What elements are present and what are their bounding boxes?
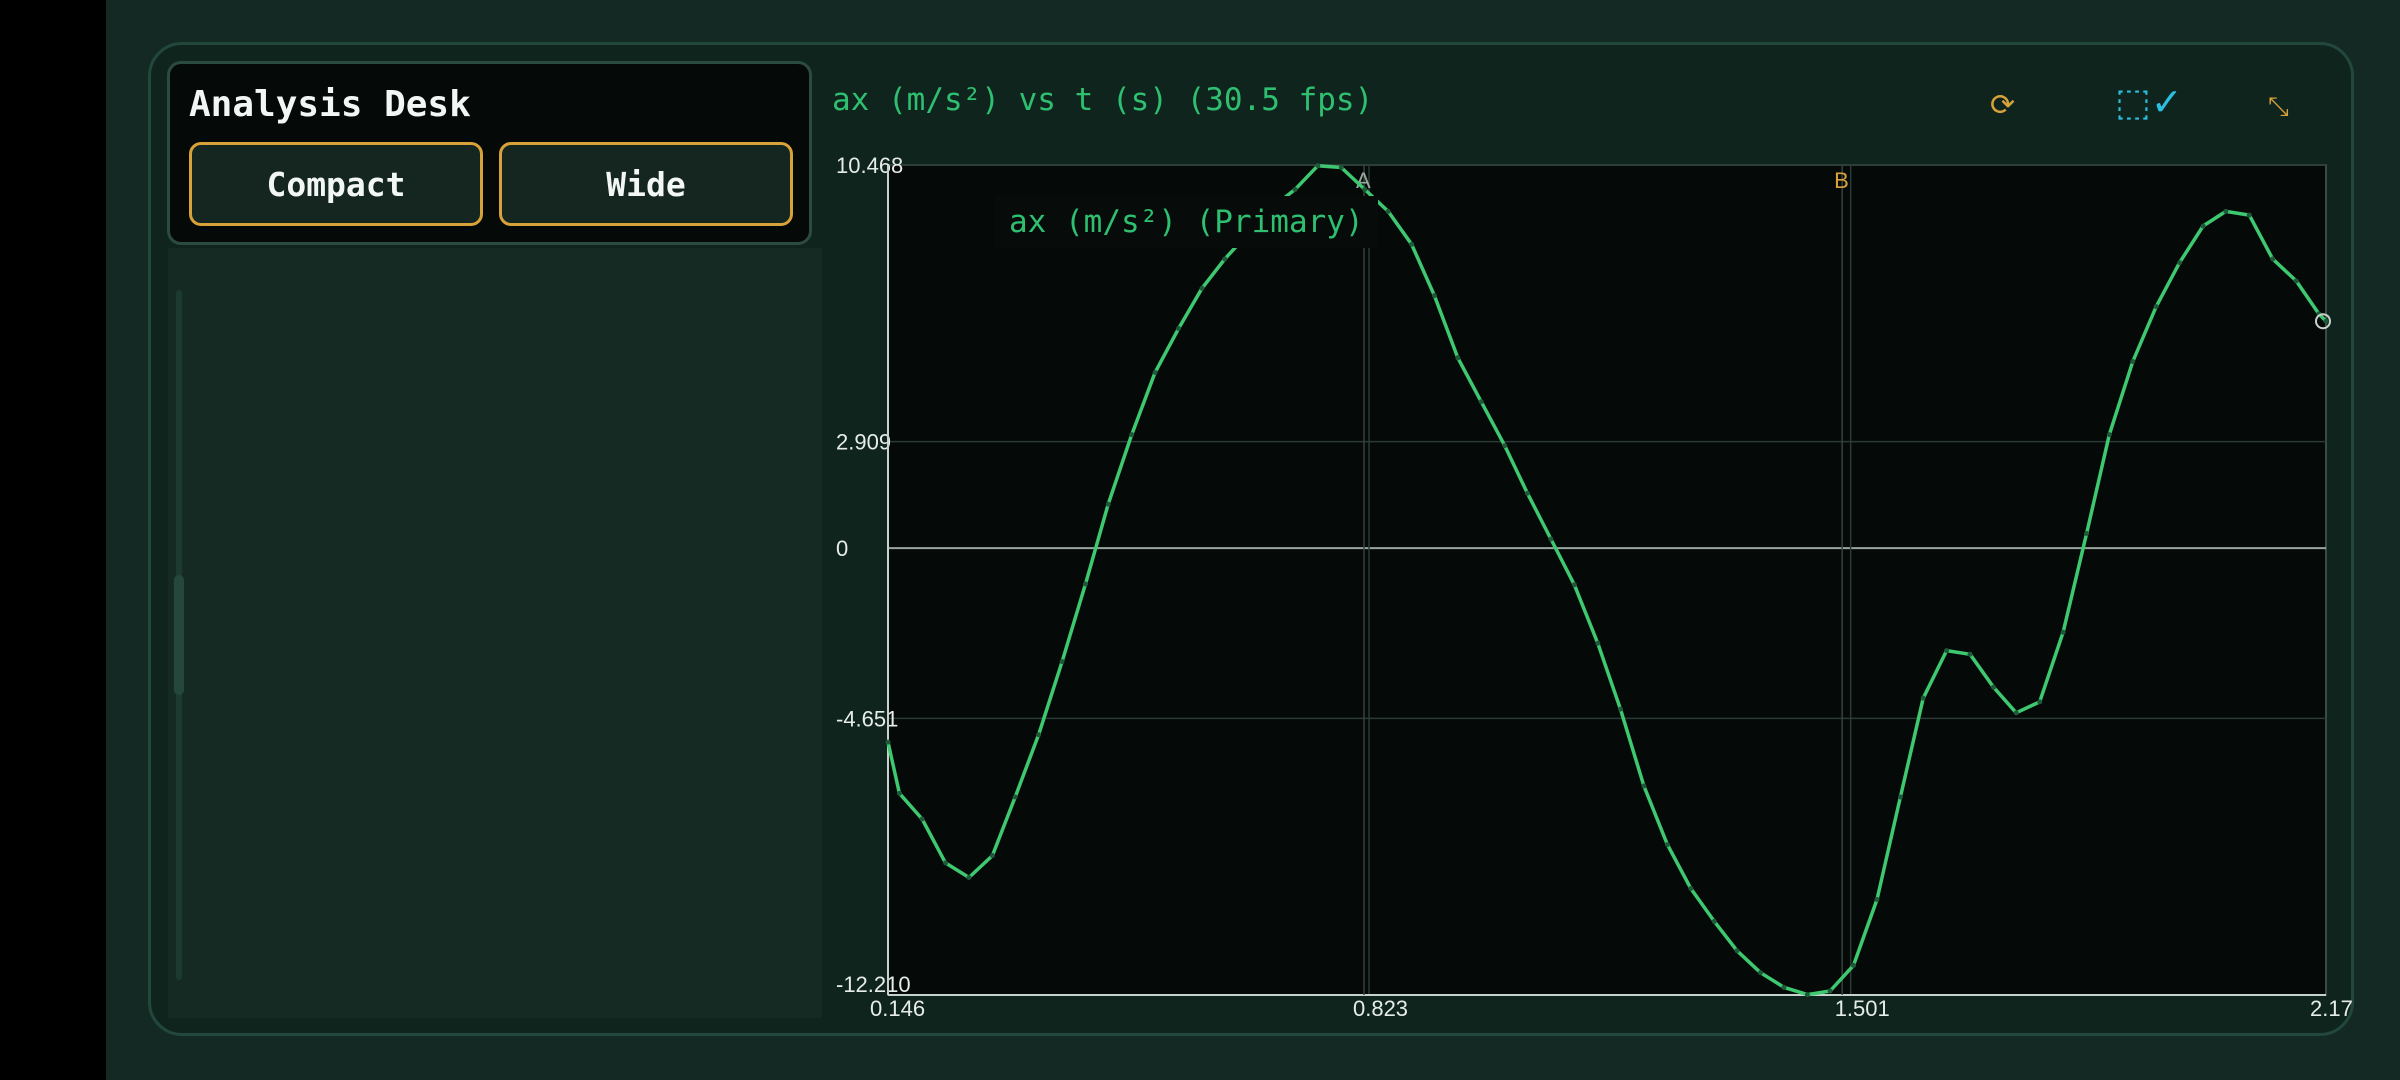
data-point (1548, 536, 1554, 542)
y-tick-label: -12.210 (836, 972, 911, 997)
data-point (1781, 984, 1787, 990)
data-point (1083, 581, 1089, 587)
data-point (1571, 582, 1577, 588)
data-point (2246, 212, 2252, 218)
data-point (1362, 186, 1368, 192)
data-point (943, 860, 949, 866)
data-point (1455, 355, 1461, 361)
x-tick-label: 0.146 (870, 996, 925, 1021)
data-point (1757, 970, 1763, 976)
data-point (2270, 256, 2276, 262)
plot-area (887, 164, 2327, 996)
data-point (1851, 962, 1857, 968)
data-point (1827, 988, 1833, 994)
y-tick-label: 0 (836, 536, 848, 561)
data-point (1176, 326, 1182, 332)
data-point (2037, 699, 2043, 705)
data-point (1920, 695, 1926, 701)
data-point (1431, 293, 1437, 299)
data-point (1944, 648, 1950, 654)
data-point (2323, 318, 2329, 324)
data-point (1478, 399, 1484, 405)
data-point (1734, 948, 1740, 954)
data-point (1617, 706, 1623, 712)
data-point (2084, 530, 2090, 536)
data-point (1152, 369, 1158, 375)
data-point (1129, 432, 1135, 438)
data-point (2013, 710, 2019, 716)
data-point (1804, 992, 1810, 998)
data-point (896, 790, 902, 796)
data-point (2060, 629, 2066, 635)
data-point (1874, 896, 1880, 902)
data-point (1897, 794, 1903, 800)
y-tick-label: 10.468 (836, 153, 903, 178)
x-tick-label: 2.17 (2310, 996, 2353, 1021)
data-point (885, 739, 891, 745)
y-tick-label: 2.909 (836, 430, 891, 455)
x-tick-label: 0.823 (1353, 996, 1408, 1021)
data-point (1524, 490, 1530, 496)
data-point (1315, 163, 1321, 169)
marker-label-b[interactable]: B (1834, 168, 1849, 193)
data-point (1385, 208, 1391, 214)
data-point (966, 875, 972, 881)
data-point (2200, 223, 2206, 229)
x-tick-label: 1.501 (1835, 996, 1890, 1021)
chart-svg: 10.468 2.909 0 -4.651 -12.2100.146 0.823 1.501… (836, 153, 2353, 1021)
data-point (2223, 208, 2229, 214)
data-point (2177, 260, 2183, 266)
data-point (1688, 885, 1694, 891)
data-point (2130, 358, 2136, 364)
data-point (1199, 285, 1205, 291)
data-point (1059, 659, 1065, 665)
data-point (2153, 304, 2159, 310)
legend-label: ax (m/s²) (Primary) (995, 196, 1378, 248)
data-point (1990, 684, 1996, 690)
data-point (989, 853, 995, 859)
data-point (1036, 732, 1042, 738)
data-point (1292, 186, 1298, 192)
data-point (1711, 918, 1717, 924)
data-point (1409, 241, 1415, 247)
data-point (1595, 640, 1601, 646)
data-point (2106, 432, 2112, 438)
data-point (1641, 783, 1647, 789)
data-point (1338, 164, 1344, 170)
data-point (1012, 794, 1018, 800)
data-point (919, 816, 925, 822)
y-tick-label: -4.651 (836, 706, 898, 731)
data-point (1105, 501, 1111, 507)
data-point (1502, 443, 1508, 449)
data-point (2293, 278, 2299, 284)
data-point (1664, 842, 1670, 848)
data-point (1967, 651, 1973, 657)
data-point (1222, 256, 1228, 262)
